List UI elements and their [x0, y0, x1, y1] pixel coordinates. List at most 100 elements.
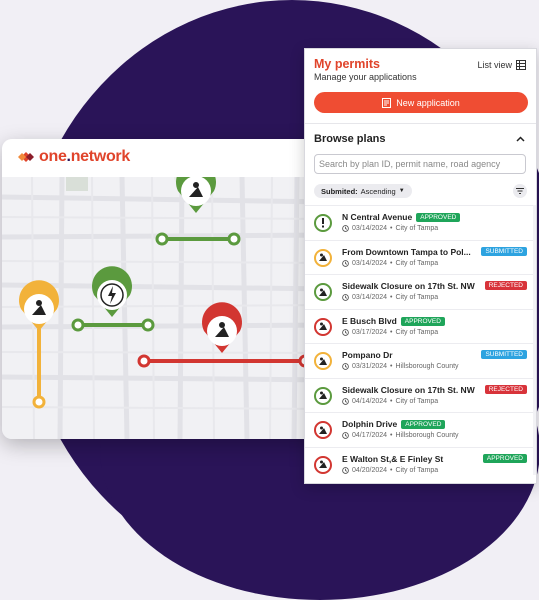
permit-date: 03/14/2024 [352, 225, 388, 232]
list-view-toggle[interactable]: List view [477, 60, 526, 70]
chevron-up-icon[interactable] [516, 134, 525, 145]
new-application-label: New application [396, 97, 460, 108]
permit-agency: City of Tampa [395, 225, 439, 232]
permit-date: 04/17/2024 [352, 432, 388, 439]
permit-meta: 03/14/2024 • City of Tampa [342, 225, 438, 232]
permit-date: 04/14/2024 [352, 397, 388, 405]
roadwork-icon [314, 455, 332, 474]
permit-name: E Busch Blvd APPROVED [342, 316, 445, 326]
sort-key: Submited: [321, 186, 358, 196]
table-icon [516, 60, 526, 70]
alert-icon [314, 214, 332, 232]
permit-meta: 04/14/2024 • City of Tampa [342, 398, 438, 405]
my-permits-panel: My permits Manage your applications List… [304, 48, 537, 484]
roadwork-icon [314, 248, 332, 267]
one-network-logo: one.network [17, 148, 130, 166]
clock-icon [342, 259, 349, 267]
status-badge: SUBMITTED [481, 246, 527, 256]
scrollbar[interactable] [533, 205, 536, 475]
new-application-button[interactable]: New application [314, 92, 528, 113]
logo-mark-icon [18, 152, 34, 162]
list-view-label: List view [477, 60, 512, 70]
permit-row[interactable]: N Central Avenue APPROVED 03/14/2024 • City … [305, 205, 536, 240]
permit-meta: 03/31/2024 • Hillsborough County [342, 363, 459, 370]
roadwork-icon [314, 283, 332, 301]
permit-agency: City of Tampa [395, 328, 439, 336]
permit-row[interactable]: APPROVED E Walton St,& E Finley St 04/20/2… [305, 446, 536, 482]
permit-date: 03/17/2024 [352, 328, 388, 336]
panel-title: My permits [314, 57, 380, 71]
status-badge: APPROVED [416, 213, 461, 222]
status-badge: APPROVED [400, 316, 445, 326]
permit-name: Dolphin Drive APPROVED [342, 419, 446, 429]
permit-name-text: N Central Avenue [342, 212, 413, 222]
permit-row[interactable]: REJECTED Sidewalk Closure on 17th St. NW 0… [305, 274, 536, 309]
permit-name: From Downtown Tampa to Pol... [342, 247, 471, 257]
permit-name-text: From Downtown Tampa to Pol... [342, 246, 471, 257]
permit-meta: 03/14/2024 • City of Tampa [342, 260, 438, 267]
sort-value: Ascending [360, 186, 396, 196]
permit-name: Sidewalk Closure on 17th St. NW [342, 385, 475, 395]
clock-icon [342, 294, 349, 301]
permit-name-text: Sidewalk Closure on 17th St. NW [342, 281, 475, 291]
separator-dot: • [390, 294, 393, 301]
panel-subtitle: Manage your applications [314, 72, 417, 82]
clock-icon [342, 432, 349, 439]
clock-icon [342, 466, 349, 474]
permit-row[interactable]: SUBMITTED From Downtown Tampa to Pol... 03… [305, 239, 536, 275]
separator-dot: • [390, 397, 393, 405]
separator-dot: • [390, 466, 393, 474]
separator-dot: • [390, 432, 393, 439]
roadwork-icon [314, 386, 332, 405]
clock-icon [342, 363, 349, 370]
permit-meta: 04/20/2024 • City of Tampa [342, 467, 438, 474]
status-badge: REJECTED [484, 281, 527, 290]
permit-row[interactable]: E Busch Blvd APPROVED 03/17/2024 • City of T… [305, 308, 536, 344]
permit-agency: City of Tampa [395, 259, 439, 267]
permit-date: 03/14/2024 [352, 259, 388, 267]
permit-name-text: Pompano Dr [342, 350, 393, 360]
permit-agency: City of Tampa [395, 294, 439, 301]
divider [305, 123, 536, 124]
permit-agency: Hillsborough County [395, 432, 459, 439]
permit-date: 03/14/2024 [352, 294, 388, 301]
clock-icon [342, 225, 349, 232]
separator-dot: • [390, 259, 393, 267]
caret-down-icon: ▼ [398, 188, 405, 194]
map-canvas[interactable] [2, 177, 332, 439]
permit-row[interactable]: SUBMITTED Pompano Dr 03/31/2024 • Hillsborou… [305, 343, 536, 378]
status-badge: APPROVED [482, 453, 527, 463]
permit-row[interactable]: Dolphin Drive APPROVED 04/17/2024 • Hillsbor… [305, 412, 536, 447]
browse-plans-title: Browse plans [314, 133, 386, 145]
roadwork-icon [314, 352, 332, 370]
permit-name-text: Dolphin Drive [342, 419, 398, 429]
permit-meta: 04/17/2024 • Hillsborough County [342, 432, 459, 439]
roadwork-icon [314, 421, 332, 439]
permit-name: Pompano Dr [342, 350, 393, 360]
permit-meta: 03/17/2024 • City of Tampa [342, 329, 438, 336]
map-card: one.network [2, 139, 332, 439]
logo-text: one.network [39, 148, 130, 165]
permit-date: 03/31/2024 [352, 363, 388, 370]
status-badge: APPROVED [401, 420, 446, 429]
permit-name-text: E Walton St,& E Finley St [342, 453, 444, 464]
clock-icon [342, 397, 349, 405]
permit-name: N Central Avenue APPROVED [342, 212, 461, 222]
search-input[interactable]: Search by plan ID, permit name, road age… [314, 154, 526, 174]
permit-meta: 03/14/2024 • City of Tampa [342, 294, 438, 301]
permit-name: E Walton St,& E Finley St [342, 454, 443, 464]
roadwork-icon [314, 317, 332, 336]
filter-icon[interactable] [513, 184, 527, 198]
permit-date: 04/20/2024 [352, 466, 388, 474]
clock-icon [342, 328, 349, 336]
permit-agency: Hillsborough County [395, 363, 459, 370]
permit-name: Sidewalk Closure on 17th St. NW [342, 281, 475, 291]
permit-row[interactable]: REJECTED Sidewalk Closure on 17th St. NW 0… [305, 377, 536, 413]
status-badge: REJECTED [484, 384, 527, 394]
sort-dropdown[interactable]: Submited: Ascending ▼ [314, 184, 412, 198]
permit-name-text: Sidewalk Closure on 17th St. NW [342, 384, 475, 395]
permit-name-text: E Busch Blvd [342, 315, 397, 326]
separator-dot: • [390, 328, 393, 336]
permit-agency: City of Tampa [395, 466, 439, 474]
status-badge: SUBMITTED [481, 350, 527, 359]
